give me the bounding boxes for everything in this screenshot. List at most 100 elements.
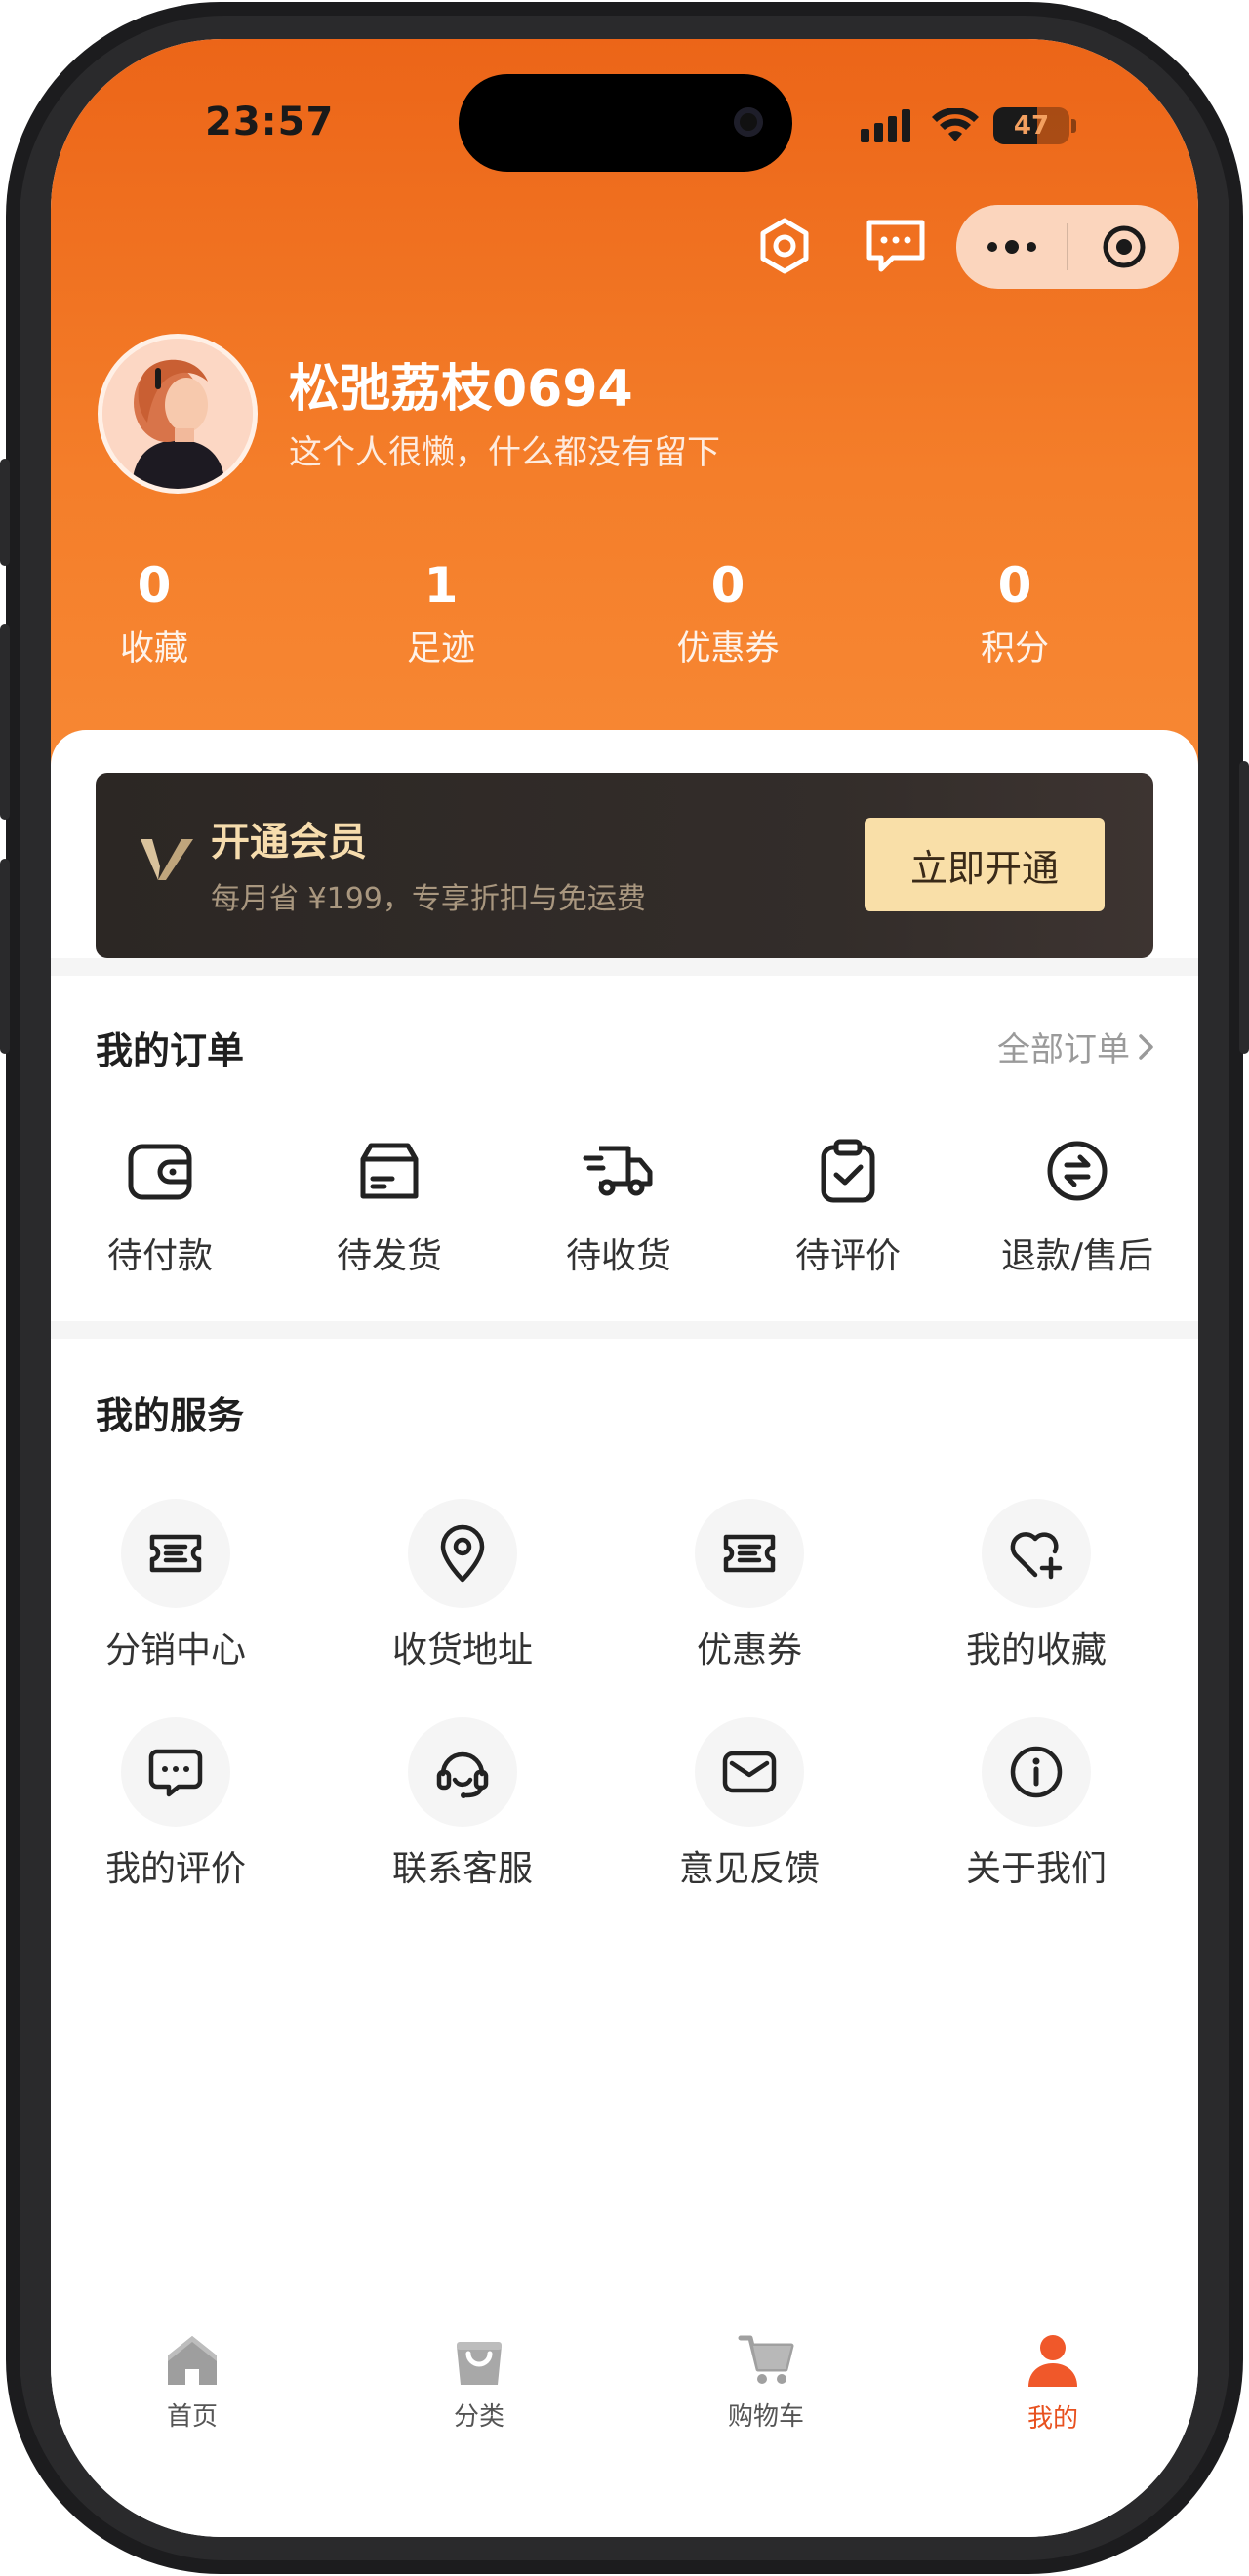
stat-label: 收藏 bbox=[119, 629, 188, 668]
order-label: 退款/售后 bbox=[1000, 1236, 1154, 1276]
coupon-icon bbox=[723, 1534, 776, 1573]
refund-icon bbox=[1047, 1141, 1108, 1201]
cart-icon bbox=[738, 2335, 794, 2384]
message-icon bbox=[866, 220, 925, 272]
section-divider bbox=[51, 1321, 1198, 1339]
home-icon bbox=[168, 2336, 217, 2385]
section-divider bbox=[51, 958, 1198, 976]
close-mini-program-button[interactable] bbox=[1068, 205, 1179, 289]
mail-icon bbox=[722, 1751, 777, 1793]
clipboard-check-icon bbox=[821, 1139, 875, 1203]
service-label: 联系客服 bbox=[391, 1849, 533, 1889]
order-pending-review[interactable]: 待评价 bbox=[733, 1132, 963, 1278]
ticket-icon bbox=[149, 1534, 202, 1573]
order-label: 待评价 bbox=[794, 1236, 901, 1276]
service-feedback[interactable]: 意见反馈 bbox=[642, 1717, 857, 1891]
tab-label: 购物车 bbox=[727, 2402, 804, 2432]
service-my-reviews[interactable]: 我的评价 bbox=[68, 1717, 283, 1891]
tab-home[interactable]: 首页 bbox=[85, 2332, 300, 2433]
messages-button[interactable] bbox=[857, 207, 935, 285]
order-label: 待付款 bbox=[106, 1236, 213, 1276]
truck-icon bbox=[583, 1146, 653, 1196]
service-shipping-address[interactable]: 收货地址 bbox=[355, 1499, 570, 1672]
power-button bbox=[1239, 761, 1249, 1054]
tab-cart[interactable]: 购物车 bbox=[659, 2332, 873, 2433]
services-title: 我的服务 bbox=[96, 1394, 245, 1437]
username: 松弛荔枝0694 bbox=[289, 360, 633, 419]
wallet-icon bbox=[128, 1144, 192, 1200]
order-label: 待收货 bbox=[565, 1236, 671, 1276]
service-label: 关于我们 bbox=[965, 1849, 1107, 1889]
order-pending-shipment[interactable]: 待发货 bbox=[274, 1132, 504, 1278]
location-pin-icon bbox=[440, 1524, 485, 1583]
info-icon bbox=[1010, 1746, 1063, 1798]
vip-title: 开通会员 bbox=[211, 820, 367, 865]
vip-banner[interactable]: 开通会员 每月省 ¥199，专享折扣与免运费 立即开通 bbox=[96, 773, 1153, 958]
more-dots-icon bbox=[987, 240, 1036, 254]
stat-value: 1 bbox=[423, 557, 459, 614]
order-pending-receipt[interactable]: 待收货 bbox=[504, 1132, 734, 1278]
status-time: 23:57 bbox=[205, 100, 335, 144]
service-label: 分销中心 bbox=[104, 1630, 246, 1670]
settings-icon bbox=[760, 218, 809, 274]
tab-profile[interactable]: 我的 bbox=[946, 2332, 1160, 2435]
target-icon bbox=[1103, 225, 1145, 268]
all-orders-link[interactable]: 全部订单 bbox=[997, 1023, 1155, 1070]
stat-points[interactable]: 0 积分 bbox=[907, 556, 1122, 670]
tab-category[interactable]: 分类 bbox=[372, 2332, 586, 2433]
package-icon bbox=[360, 1143, 419, 1199]
vip-activate-button[interactable]: 立即开通 bbox=[865, 818, 1105, 911]
settings-button[interactable] bbox=[745, 207, 824, 285]
user-icon bbox=[1028, 2335, 1077, 2387]
status-icons: 47 bbox=[861, 107, 1076, 144]
action-button bbox=[0, 459, 10, 566]
service-label: 意见反馈 bbox=[678, 1849, 820, 1889]
tab-label: 首页 bbox=[166, 2402, 218, 2432]
volume-up-button bbox=[0, 624, 10, 820]
stat-coupons[interactable]: 0 优惠券 bbox=[621, 556, 835, 670]
vip-logo-icon bbox=[141, 839, 193, 880]
chevron-right-icon bbox=[1139, 1033, 1153, 1060]
order-refund[interactable]: 退款/售后 bbox=[962, 1132, 1192, 1278]
service-label: 我的评价 bbox=[104, 1849, 246, 1889]
orders-title: 我的订单 bbox=[96, 1029, 245, 1072]
service-distribution-center[interactable]: 分销中心 bbox=[68, 1499, 283, 1672]
user-bio: 这个人很懒，什么都没有留下 bbox=[289, 433, 720, 472]
header-actions bbox=[745, 207, 935, 285]
stat-favorites[interactable]: 0 收藏 bbox=[51, 556, 262, 670]
tab-label: 我的 bbox=[1027, 2404, 1078, 2434]
wifi-icon bbox=[932, 108, 979, 141]
avatar-illustration bbox=[102, 339, 253, 489]
order-label: 待发货 bbox=[336, 1236, 442, 1276]
service-coupons[interactable]: 优惠券 bbox=[642, 1499, 857, 1672]
service-label: 收货地址 bbox=[391, 1630, 533, 1670]
mini-program-capsule bbox=[956, 205, 1179, 289]
stat-value: 0 bbox=[997, 557, 1032, 614]
stat-label: 足迹 bbox=[406, 629, 475, 668]
volume-down-button bbox=[0, 859, 10, 1054]
dynamic-island bbox=[459, 74, 792, 172]
service-my-favorites[interactable]: 我的收藏 bbox=[929, 1499, 1144, 1672]
service-customer-support[interactable]: 联系客服 bbox=[355, 1717, 570, 1891]
stat-label: 积分 bbox=[980, 629, 1049, 668]
stat-value: 0 bbox=[710, 557, 745, 614]
order-pending-payment[interactable]: 待付款 bbox=[51, 1132, 275, 1278]
heart-plus-icon bbox=[1010, 1532, 1063, 1580]
stat-value: 0 bbox=[137, 557, 172, 614]
avatar[interactable] bbox=[98, 334, 258, 494]
battery-level: 47 bbox=[1013, 111, 1050, 141]
screen: 23:57 47 松弛荔枝0694 这个人很懒，什么都没有留下 0 收藏 1 足… bbox=[51, 39, 1198, 2537]
signal-icon bbox=[861, 109, 910, 142]
headset-icon bbox=[436, 1751, 489, 1798]
tab-label: 分类 bbox=[453, 2402, 504, 2432]
vip-subtitle: 每月省 ¥199，专享折扣与免运费 bbox=[211, 882, 646, 916]
chat-bubble-icon bbox=[148, 1749, 203, 1797]
bag-icon bbox=[457, 2342, 502, 2385]
service-label: 我的收藏 bbox=[965, 1630, 1107, 1670]
service-label: 优惠券 bbox=[696, 1630, 802, 1670]
more-button[interactable] bbox=[956, 205, 1067, 289]
stat-label: 优惠券 bbox=[676, 629, 780, 668]
service-about-us[interactable]: 关于我们 bbox=[929, 1717, 1144, 1891]
stat-footprints[interactable]: 1 足迹 bbox=[334, 556, 548, 670]
battery-icon: 47 bbox=[993, 107, 1069, 144]
